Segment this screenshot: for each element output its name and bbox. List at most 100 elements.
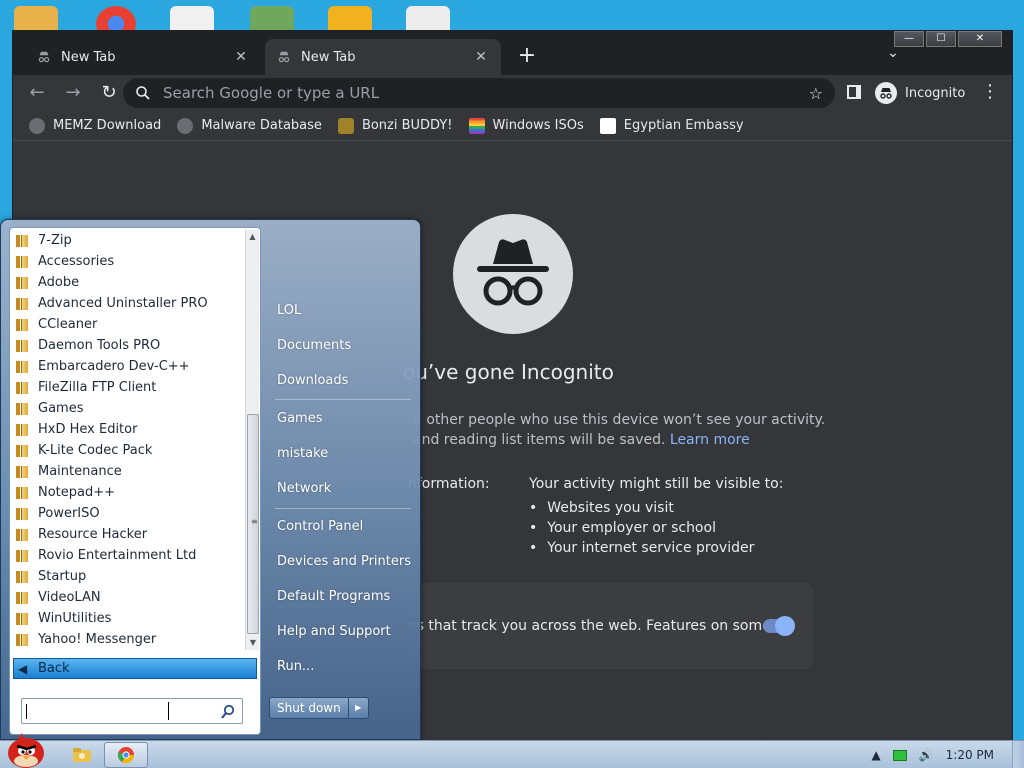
program-folder[interactable]: K-Lite Codec Pack — [12, 440, 244, 461]
program-folder[interactable]: FileZilla FTP Client — [12, 377, 244, 398]
show-desktop-button[interactable] — [1012, 741, 1024, 768]
start-link-mistake[interactable]: mistake — [277, 446, 328, 461]
menu-kebab-icon[interactable]: ⋮ — [981, 81, 999, 102]
minimize-button[interactable]: — — [894, 31, 924, 47]
divider — [275, 508, 411, 509]
forward-arrow-icon[interactable]: → — [61, 81, 85, 105]
folder-icon — [16, 633, 30, 646]
program-folder[interactable]: Resource Hacker — [12, 524, 244, 545]
scroll-down-icon[interactable]: ▼ — [246, 636, 260, 650]
start-link-run[interactable]: Run... — [277, 659, 314, 674]
program-folder[interactable]: Notepad++ — [12, 482, 244, 503]
bookmark-label: Windows ISOs — [492, 118, 584, 133]
start-link-downloads[interactable]: Downloads — [277, 373, 348, 388]
program-folder[interactable]: HxD Hex Editor — [12, 419, 244, 440]
taskbar-chrome-button[interactable] — [104, 742, 148, 768]
folder-icon — [16, 297, 30, 310]
start-link-default-programs[interactable]: Default Programs — [277, 589, 390, 604]
back-label: Back — [38, 661, 70, 676]
page-description-line-1: d other people who use this device won’t… — [413, 412, 826, 428]
bookmark-memz-download[interactable]: MEMZ Download — [29, 117, 162, 134]
program-folder[interactable]: Maintenance — [12, 461, 244, 482]
start-link-lol[interactable]: LOL — [277, 303, 301, 318]
program-label: Maintenance — [38, 464, 122, 479]
program-folder[interactable]: PowerISO — [12, 503, 244, 524]
program-label: Notepad++ — [38, 485, 116, 500]
program-folder[interactable]: Embarcadero Dev-C++ — [12, 356, 244, 377]
reload-icon[interactable]: ↻ — [97, 81, 121, 105]
program-folder[interactable]: Games — [12, 398, 244, 419]
start-link-devices-printers[interactable]: Devices and Printers — [277, 554, 411, 569]
bookmark-malware-database[interactable]: Malware Database — [177, 117, 322, 134]
back-arrow-icon[interactable]: ← — [25, 81, 49, 105]
tab-close-icon[interactable]: ✕ — [473, 49, 489, 65]
bookmark-star-icon[interactable]: ☆ — [809, 84, 823, 103]
program-label: Games — [38, 401, 84, 416]
list-item: Your employer or school — [529, 520, 754, 536]
back-button[interactable]: ◀ Back — [13, 658, 257, 679]
bookmark-label: Bonzi BUDDY! — [361, 118, 453, 133]
program-folder[interactable]: Startup — [12, 566, 244, 587]
start-link-games[interactable]: Games — [277, 411, 322, 426]
program-folder[interactable]: Rovio Entertainment Ltd — [12, 545, 244, 566]
tab-new-tab-2[interactable]: New Tab ✕ — [265, 39, 501, 75]
program-folder[interactable]: VideoLAN — [12, 587, 244, 608]
show-hidden-icons-icon[interactable]: ▲ — [871, 748, 880, 762]
folder-icon — [16, 318, 30, 331]
folder-icon — [16, 612, 30, 625]
wix-icon — [599, 117, 616, 134]
volume-icon[interactable]: 🔊 — [919, 748, 934, 762]
folder-icon — [16, 465, 30, 478]
bookmark-egyptian-embassy[interactable]: Egyptian Embassy — [599, 117, 744, 134]
scroll-up-icon[interactable]: ▲ — [246, 230, 259, 244]
programs-scrollbar[interactable]: ▲ ≡ ▼ — [245, 230, 259, 650]
explorer-icon — [73, 748, 91, 762]
taskbar-explorer-button[interactable] — [62, 742, 102, 768]
start-link-network[interactable]: Network — [277, 481, 331, 496]
list-item: Your internet service provider — [529, 540, 754, 556]
start-link-control-panel[interactable]: Control Panel — [277, 519, 363, 534]
program-folder[interactable]: CCleaner — [12, 314, 244, 335]
program-label: Rovio Entertainment Ltd — [38, 548, 197, 563]
program-folder[interactable]: Accessories — [12, 251, 244, 272]
tab-search-icon[interactable]: ⌄ — [881, 45, 905, 69]
bookmark-bonzi-buddy[interactable]: Bonzi BUDDY! — [337, 117, 453, 134]
scroll-thumb[interactable]: ≡ — [247, 414, 259, 634]
shutdown-options-arrow-icon[interactable]: ▶ — [348, 697, 369, 719]
maximize-button[interactable]: ☐ — [926, 31, 956, 47]
program-folder[interactable]: WinUtilities — [12, 608, 244, 629]
bookmark-label: MEMZ Download — [53, 118, 162, 133]
rainbow-flag-icon — [468, 117, 485, 134]
search-icon[interactable] — [220, 704, 236, 720]
start-search-input[interactable] — [21, 698, 243, 724]
folder-icon — [16, 276, 30, 289]
program-folder[interactable]: Advanced Uninstaller PRO — [12, 293, 244, 314]
program-label: Daemon Tools PRO — [38, 338, 161, 353]
chrome-icon — [117, 747, 135, 764]
program-folder[interactable]: Daemon Tools PRO — [12, 335, 244, 356]
tab-close-icon[interactable]: ✕ — [233, 49, 249, 65]
close-button[interactable]: ✕ — [958, 31, 1002, 47]
tab-new-tab-1[interactable]: New Tab ✕ — [25, 39, 261, 75]
visible-to-heading: Your activity might still be visible to: — [529, 476, 784, 492]
bookmark-windows-isos[interactable]: Windows ISOs — [468, 117, 584, 134]
clock[interactable]: 1:20 PM — [946, 748, 994, 762]
program-label: K-Lite Codec Pack — [38, 443, 153, 458]
start-orb-angry-bird-icon[interactable] — [4, 731, 48, 768]
start-link-documents[interactable]: Documents — [277, 338, 351, 353]
start-link-help-support[interactable]: Help and Support — [277, 624, 391, 639]
learn-more-link[interactable]: Learn more — [670, 432, 750, 448]
side-panel-icon[interactable] — [847, 85, 861, 99]
program-label: Adobe — [38, 275, 80, 290]
omnibox[interactable]: Search Google or type a URL ☆ — [123, 78, 835, 108]
block-cookies-toggle[interactable] — [763, 616, 795, 636]
program-folder[interactable]: Yahoo! Messenger — [12, 629, 244, 650]
incognito-profile-button[interactable]: Incognito — [875, 78, 965, 108]
program-label: 7-Zip — [38, 233, 72, 248]
program-folder[interactable]: Adobe — [12, 272, 244, 293]
network-icon[interactable] — [892, 749, 907, 761]
program-folder[interactable]: 7-Zip — [12, 230, 244, 251]
program-label: CCleaner — [38, 317, 98, 332]
new-tab-button[interactable]: + — [513, 43, 541, 71]
shutdown-button[interactable]: Shut down — [269, 697, 349, 719]
